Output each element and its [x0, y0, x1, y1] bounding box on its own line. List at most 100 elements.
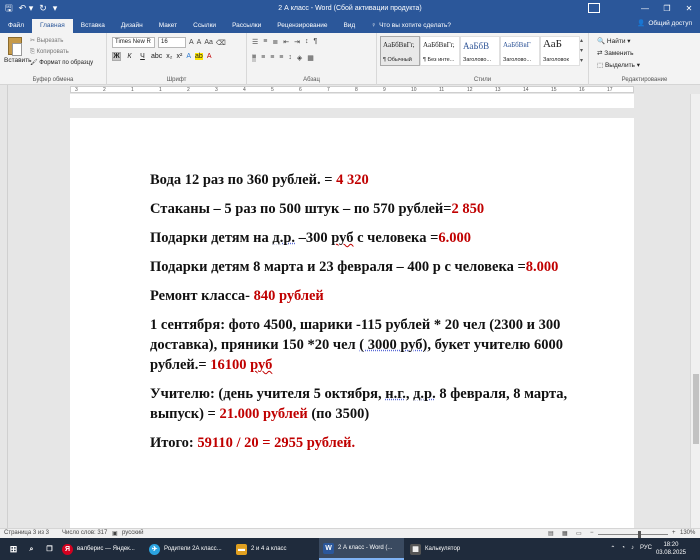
minimize-button[interactable]: — [634, 0, 656, 17]
replace-button[interactable]: ⇄ Заменить [597, 48, 640, 60]
style-heading-2[interactable]: АаБбВвГ Заголово... [500, 36, 540, 66]
taskbar-item-calculator[interactable]: ▦ Калькулятор [406, 538, 491, 560]
ruler-tick: 14 [523, 87, 529, 93]
bold-icon[interactable]: Ж [112, 52, 121, 61]
ruler-tick: 8 [355, 87, 358, 93]
undo-icon[interactable]: ↶ ▾ [19, 3, 34, 14]
clear-format-icon[interactable]: ⌫ [216, 39, 226, 47]
shading-icon[interactable]: ◈ [297, 54, 302, 62]
taskbar-item-browser[interactable]: Я валберис — Яндек... [58, 538, 143, 560]
ruler-tick: 15 [551, 87, 557, 93]
zoom-out-icon[interactable]: − [590, 530, 594, 536]
decrease-indent-icon[interactable]: ⇤ [283, 38, 289, 46]
align-center-icon[interactable]: ≡ [261, 54, 265, 62]
word-count[interactable]: Число слов: 317 [62, 530, 107, 536]
italic-icon[interactable]: К [125, 53, 134, 60]
strikethrough-icon[interactable]: abc [151, 53, 162, 60]
taskbar-item-word[interactable]: W 2 А класс - Word (... [319, 538, 404, 560]
font-color-icon[interactable]: A [207, 53, 212, 60]
show-marks-icon[interactable]: ¶ [314, 38, 318, 46]
tab-layout[interactable]: Макет [151, 19, 185, 33]
document-page[interactable]: Вода 12 раз по 360 рублей. = 4 320 Стака… [70, 118, 634, 528]
find-button[interactable]: 🔍 Найти ▾ [597, 36, 640, 48]
multilevel-list-icon[interactable]: ≣ [272, 38, 278, 46]
align-right-icon[interactable]: ≡ [270, 54, 274, 62]
numbering-icon[interactable]: ≡ [263, 38, 267, 46]
font-name-select[interactable]: Times New R [112, 37, 155, 48]
format-painter-button[interactable]: 🖌 Формат по образцу [30, 58, 93, 69]
web-layout-icon[interactable]: ▭ [576, 530, 582, 537]
clock[interactable]: 18:20 03.08.2025 [656, 541, 686, 557]
proofing-icon[interactable]: ▣ [112, 530, 118, 537]
sort-icon[interactable]: ↕ [305, 38, 309, 46]
read-mode-icon[interactable]: ▤ [548, 530, 554, 537]
style-title[interactable]: АаБ Заголовок [540, 36, 580, 66]
justify-icon[interactable]: ≡ [279, 54, 283, 62]
grow-font-icon[interactable]: A [189, 39, 194, 46]
line-spacing-icon[interactable]: ↕ [288, 54, 292, 62]
zoom-slider[interactable] [598, 534, 668, 535]
network-icon[interactable]: ◔ [621, 545, 625, 552]
tab-references[interactable]: Ссылки [185, 19, 224, 33]
language-indicator[interactable]: русский [122, 530, 144, 536]
style-no-spacing[interactable]: АаБбВвГг, ¶ Без инте... [420, 36, 460, 66]
task-view-button[interactable]: ❐ [40, 538, 55, 560]
keyboard-language[interactable]: РУС [640, 545, 652, 552]
close-button[interactable]: ✕ [678, 0, 700, 17]
print-layout-icon[interactable]: ▦ [562, 530, 568, 537]
clipboard-group: Вставить ✂ Вырезать ⎘ Копировать 🖌 Форма… [0, 33, 107, 85]
ruler-tick: 9 [383, 87, 386, 93]
cut-button[interactable]: ✂ Вырезать [30, 36, 93, 47]
paragraph-september-first: 1 сентября: фото 4500, шарики -115 рубле… [150, 317, 563, 373]
text-effects-icon[interactable]: A [186, 53, 191, 60]
tab-insert[interactable]: Вставка [73, 19, 113, 33]
style-normal[interactable]: АаБбВвГг, ¶ Обычный [380, 36, 420, 66]
start-button[interactable]: ⊞ [4, 538, 19, 560]
bullets-icon[interactable]: ☰ [252, 38, 258, 46]
document-text[interactable]: Вода 12 раз по 360 рублей. = 4 320 Стака… [150, 170, 605, 462]
highlight-icon[interactable]: ab [195, 53, 203, 60]
styles-more-icon[interactable]: ▴ ▾ ▾ [580, 36, 588, 66]
tell-me-box[interactable]: ♀ Что вы хотите сделать? [363, 19, 459, 33]
search-taskbar-button[interactable]: ⌕ [22, 538, 37, 560]
save-icon[interactable]: 🖫 [5, 1, 13, 17]
align-left-icon[interactable]: ≡ [252, 54, 257, 62]
tab-design[interactable]: Дизайн [113, 19, 151, 33]
zoom-level[interactable]: 130% [680, 530, 695, 536]
redo-icon[interactable]: ↻ [39, 3, 47, 14]
underline-icon[interactable]: Ч [138, 53, 147, 60]
superscript-icon[interactable]: x² [177, 53, 183, 60]
tab-mailings[interactable]: Рассылки [224, 19, 269, 33]
share-button[interactable]: 👤 Общий доступ [637, 19, 692, 28]
customize-icon[interactable]: ▾ [53, 3, 58, 14]
page-count[interactable]: Страница 3 из 3 [4, 530, 49, 536]
tab-file[interactable]: Файл [0, 19, 32, 33]
horizontal-ruler[interactable]: 3 2 1 1 2 3 4 5 6 7 8 9 10 11 12 13 14 15 16 17 [70, 86, 634, 93]
paste-icon[interactable] [8, 37, 22, 56]
zoom-slider-thumb[interactable] [638, 531, 641, 538]
increase-indent-icon[interactable]: ⇥ [294, 38, 300, 46]
style-heading-1[interactable]: АаБбВ Заголово... [460, 36, 500, 66]
restore-button[interactable]: ❐ [656, 0, 678, 17]
paste-button[interactable]: Вставить [4, 57, 32, 64]
select-button[interactable]: ⬚ Выделить ▾ [597, 60, 640, 72]
borders-icon[interactable]: ▦ [307, 54, 314, 62]
scrollbar-thumb[interactable] [693, 374, 699, 444]
tray-chevron-icon[interactable]: ⌃ [610, 545, 615, 552]
document-area[interactable]: Вода 12 раз по 360 рублей. = 4 320 Стака… [8, 94, 690, 528]
vertical-scrollbar[interactable] [690, 94, 700, 528]
taskbar-item-telegram[interactable]: ✈ Родители 2А класс... [145, 538, 230, 560]
tab-view[interactable]: Вид [335, 19, 363, 33]
change-case-icon[interactable]: Aa [204, 39, 213, 46]
subscript-icon[interactable]: x₂ [166, 53, 172, 60]
tab-home[interactable]: Главная [31, 19, 73, 33]
zoom-in-icon[interactable]: + [672, 530, 676, 536]
ribbon-display-options-icon[interactable] [588, 3, 600, 13]
font-size-select[interactable]: 16 [158, 37, 186, 48]
tab-review[interactable]: Рецензирование [269, 19, 335, 33]
copy-button[interactable]: ⎘ Копировать [30, 47, 93, 58]
shrink-font-icon[interactable]: A [197, 39, 202, 46]
volume-icon[interactable]: ♪ [631, 545, 634, 552]
styles-group: АаБбВвГг, ¶ Обычный АаБбВвГг, ¶ Без инте… [377, 33, 589, 85]
taskbar-item-folder[interactable]: ▬ 2 и 4 а класс [232, 538, 317, 560]
